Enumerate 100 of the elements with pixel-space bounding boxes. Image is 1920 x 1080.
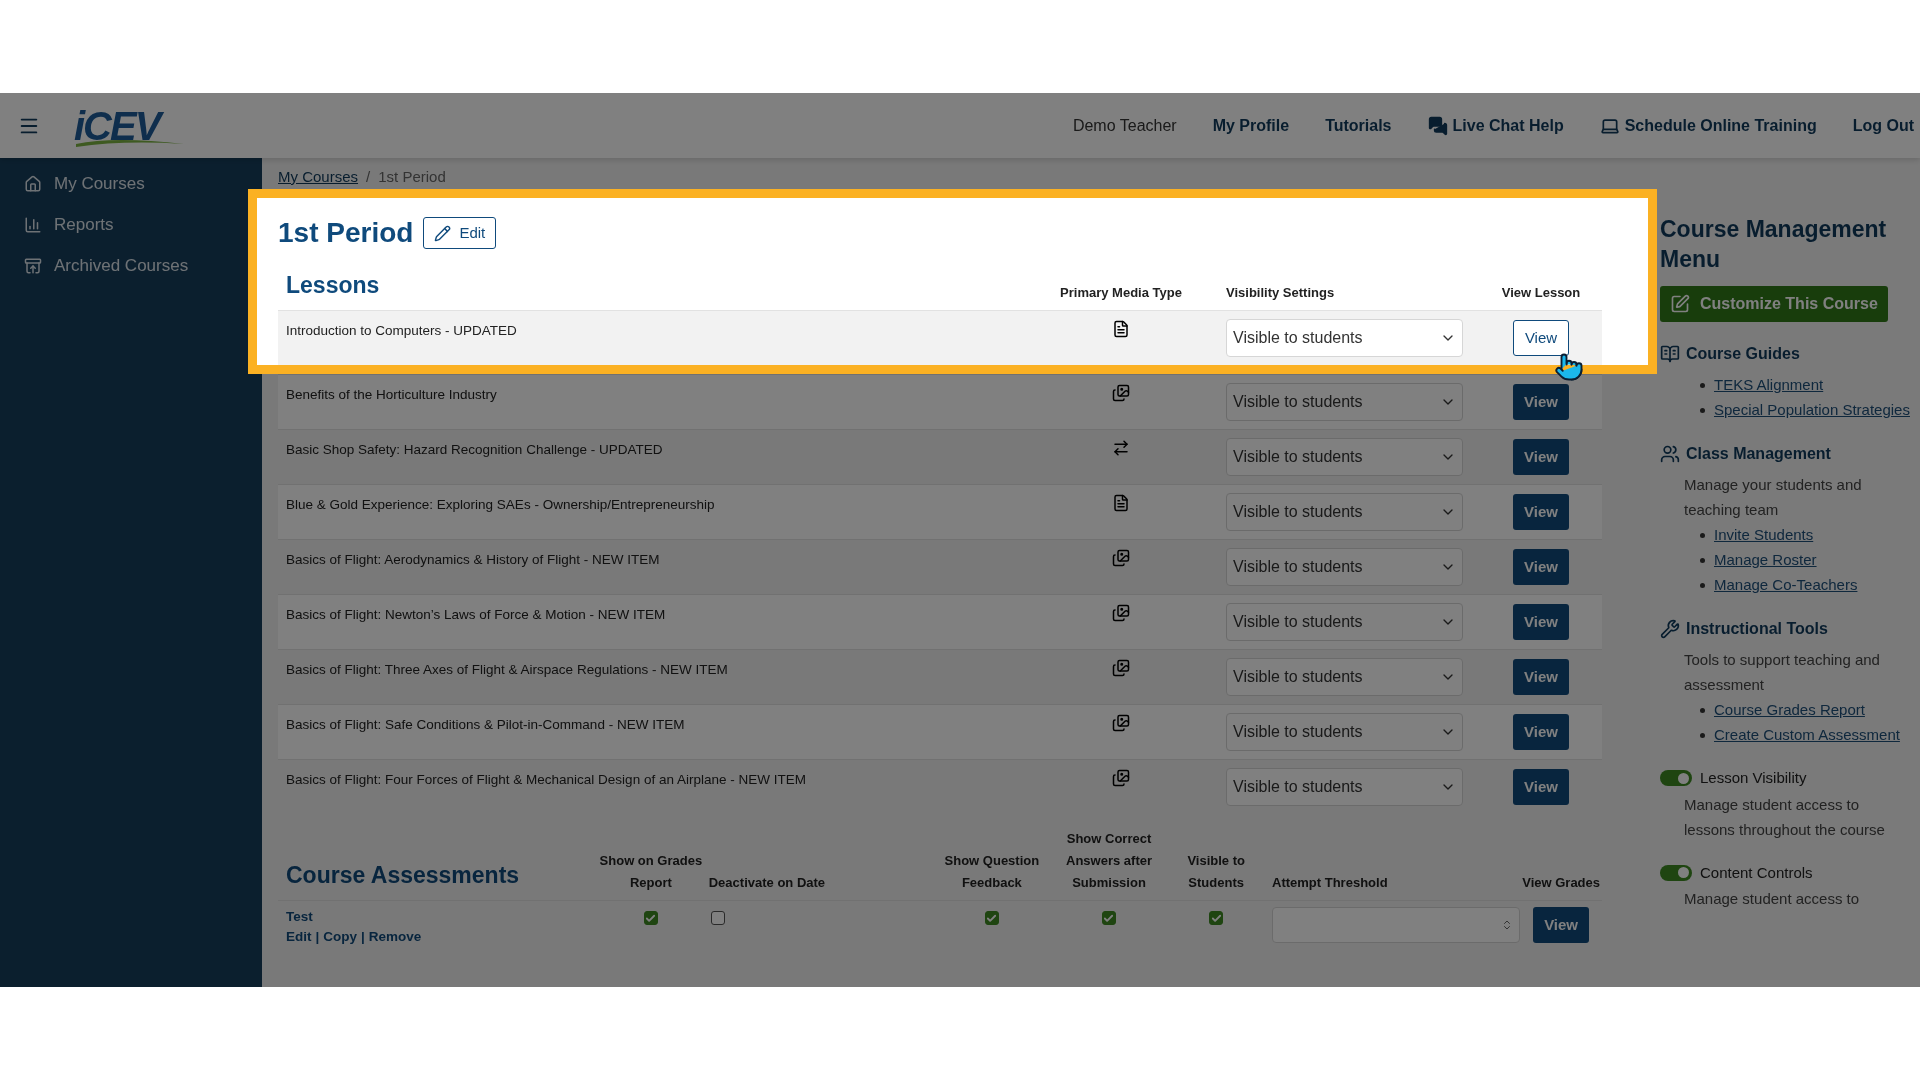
- sidebar-item[interactable]: My Courses: [24, 170, 145, 197]
- visibility-select[interactable]: Visible to students: [1226, 768, 1463, 806]
- column-header: View Lesson: [1500, 283, 1582, 302]
- visibility-select[interactable]: Visible to students: [1226, 548, 1463, 586]
- assessment-link[interactable]: Test: [286, 907, 600, 927]
- breadcrumb-link[interactable]: My Courses: [278, 165, 359, 189]
- lesson-title: Basic Shop Safety: Hazard Recognition Challenge - UPDATED: [285, 441, 664, 459]
- checkbox[interactable]: [710, 911, 725, 925]
- view-button[interactable]: View: [1513, 549, 1569, 585]
- menu-section-description: Tools to support teaching and assessment: [1683, 650, 1881, 695]
- menu-section-title: Course Guides: [1686, 344, 1800, 364]
- document-icon: [1112, 320, 1130, 338]
- view-button[interactable]: View: [1513, 659, 1569, 695]
- nav-link[interactable]: Log Out: [1852, 113, 1914, 138]
- action-separator: |: [361, 928, 365, 946]
- action-link[interactable]: Copy: [323, 927, 358, 947]
- swap-arrows-icon: [1112, 439, 1130, 457]
- archive-icon: [24, 256, 42, 275]
- lesson-title: Basics of Flight: Three Axes of Flight & Airspace Regulations - NEW ITEM: [285, 661, 729, 679]
- image-stack-icon: [1112, 549, 1130, 567]
- bullet-icon: [1700, 383, 1705, 388]
- view-button[interactable]: View: [1513, 320, 1569, 356]
- chart-icon: [24, 215, 42, 234]
- image-stack-icon: [1112, 659, 1130, 677]
- image-stack-icon: [1112, 604, 1130, 622]
- view-button[interactable]: View: [1513, 769, 1569, 805]
- lesson-title: Introduction to Computers - UPDATED: [285, 322, 518, 340]
- bullet-icon: [1700, 408, 1705, 413]
- edit-button[interactable]: Edit: [423, 217, 497, 249]
- pencil-icon: [434, 224, 452, 242]
- column-header: Primary Media Type: [1059, 283, 1183, 302]
- lesson-title: Basics of Flight: Newton’s Laws of Force & Motion - NEW ITEM: [285, 606, 667, 624]
- nav-link[interactable]: Schedule Online Training: [1599, 113, 1817, 138]
- view-button[interactable]: View: [1533, 907, 1590, 943]
- visibility-select[interactable]: Visible to students: [1226, 493, 1463, 531]
- column-header: Show Correct Answers after Submission: [1065, 830, 1153, 892]
- nav-link[interactable]: Tutorials: [1325, 113, 1392, 138]
- image-stack-icon: [1112, 384, 1130, 402]
- sidebar-item[interactable]: Reports: [24, 211, 114, 238]
- menu-link[interactable]: Manage Roster: [1714, 547, 1817, 572]
- menu-link[interactable]: Special Population Strategies: [1714, 397, 1910, 422]
- view-button[interactable]: View: [1513, 494, 1569, 530]
- view-button[interactable]: View: [1513, 714, 1569, 750]
- toggle-description: Manage student access to: [1683, 889, 1861, 909]
- column-header: Show Question Feedback: [943, 852, 1041, 892]
- breadcrumb-current: 1st Period: [378, 166, 446, 187]
- home-icon: [24, 174, 42, 193]
- column-header: Deactivate on Date: [707, 874, 827, 892]
- column-header: Attempt Threshold: [1271, 874, 1389, 892]
- visibility-select[interactable]: Visible to students: [1226, 438, 1463, 476]
- image-stack-icon: [1112, 714, 1130, 732]
- bullet-icon: [1700, 583, 1705, 588]
- view-button[interactable]: View: [1513, 604, 1569, 640]
- document-icon: [1112, 494, 1130, 512]
- checkbox[interactable]: [984, 911, 999, 925]
- nav-link[interactable]: My Profile: [1212, 113, 1290, 138]
- action-link[interactable]: Edit: [286, 927, 312, 947]
- checkbox[interactable]: [1209, 911, 1224, 925]
- bullet-icon: [1700, 708, 1705, 713]
- toggle-description: Manage student access to lessons throughout the course: [1683, 794, 1886, 840]
- menu-section-description: Manage your students and teaching team: [1683, 475, 1863, 520]
- toggle-switch[interactable]: [1660, 864, 1692, 881]
- visibility-select[interactable]: Visible to students: [1226, 319, 1463, 357]
- column-header: View Grades: [1521, 874, 1602, 892]
- edit-square-icon: [1670, 294, 1690, 314]
- tools-icon: [1660, 619, 1680, 639]
- menu-link[interactable]: TEKS Alignment: [1714, 372, 1824, 397]
- checkbox[interactable]: [1101, 911, 1116, 925]
- checkbox[interactable]: [643, 911, 658, 925]
- lesson-title: Benefits of the Horticulture Industry: [285, 386, 498, 404]
- menu-section-title: Class Management: [1686, 444, 1831, 464]
- course-title: 1st Period: [278, 216, 414, 250]
- logo[interactable]: iCEV: [74, 101, 186, 150]
- column-header: Show on Grades Report: [599, 852, 703, 892]
- menu-link[interactable]: Create Custom Assessment: [1714, 722, 1900, 747]
- book-icon: [1660, 344, 1680, 364]
- column-header: Visibility Settings: [1225, 283, 1336, 302]
- visibility-select[interactable]: Visible to students: [1226, 658, 1463, 696]
- menu-link[interactable]: Course Grades Report: [1714, 697, 1865, 722]
- view-button[interactable]: View: [1513, 439, 1569, 475]
- visibility-select[interactable]: Visible to students: [1226, 603, 1463, 641]
- toggle-label: Lesson Visibility: [1700, 768, 1807, 788]
- action-link[interactable]: Remove: [368, 927, 422, 947]
- threshold-field[interactable]: [1272, 907, 1520, 943]
- breadcrumb-separator: /: [366, 166, 371, 187]
- nav-link[interactable]: Live Chat Help: [1427, 113, 1564, 138]
- toggle-switch[interactable]: [1660, 770, 1692, 787]
- toggle-label: Content Controls: [1700, 862, 1813, 883]
- visibility-select[interactable]: Visible to students: [1226, 383, 1463, 421]
- bullet-icon: [1700, 558, 1705, 563]
- section-heading: Course Assessments: [285, 860, 521, 890]
- menu-link[interactable]: Invite Students: [1714, 522, 1814, 547]
- view-button[interactable]: View: [1513, 384, 1569, 420]
- column-header: Visible to Students: [1186, 852, 1246, 892]
- people-icon: [1660, 444, 1680, 464]
- menu-link[interactable]: Manage Co-Teachers: [1714, 572, 1858, 597]
- visibility-select[interactable]: Visible to students: [1226, 713, 1463, 751]
- sidebar-item[interactable]: Archived Courses: [24, 252, 189, 279]
- customize-button[interactable]: Customize This Course: [1660, 286, 1888, 322]
- bullet-icon: [1700, 533, 1705, 538]
